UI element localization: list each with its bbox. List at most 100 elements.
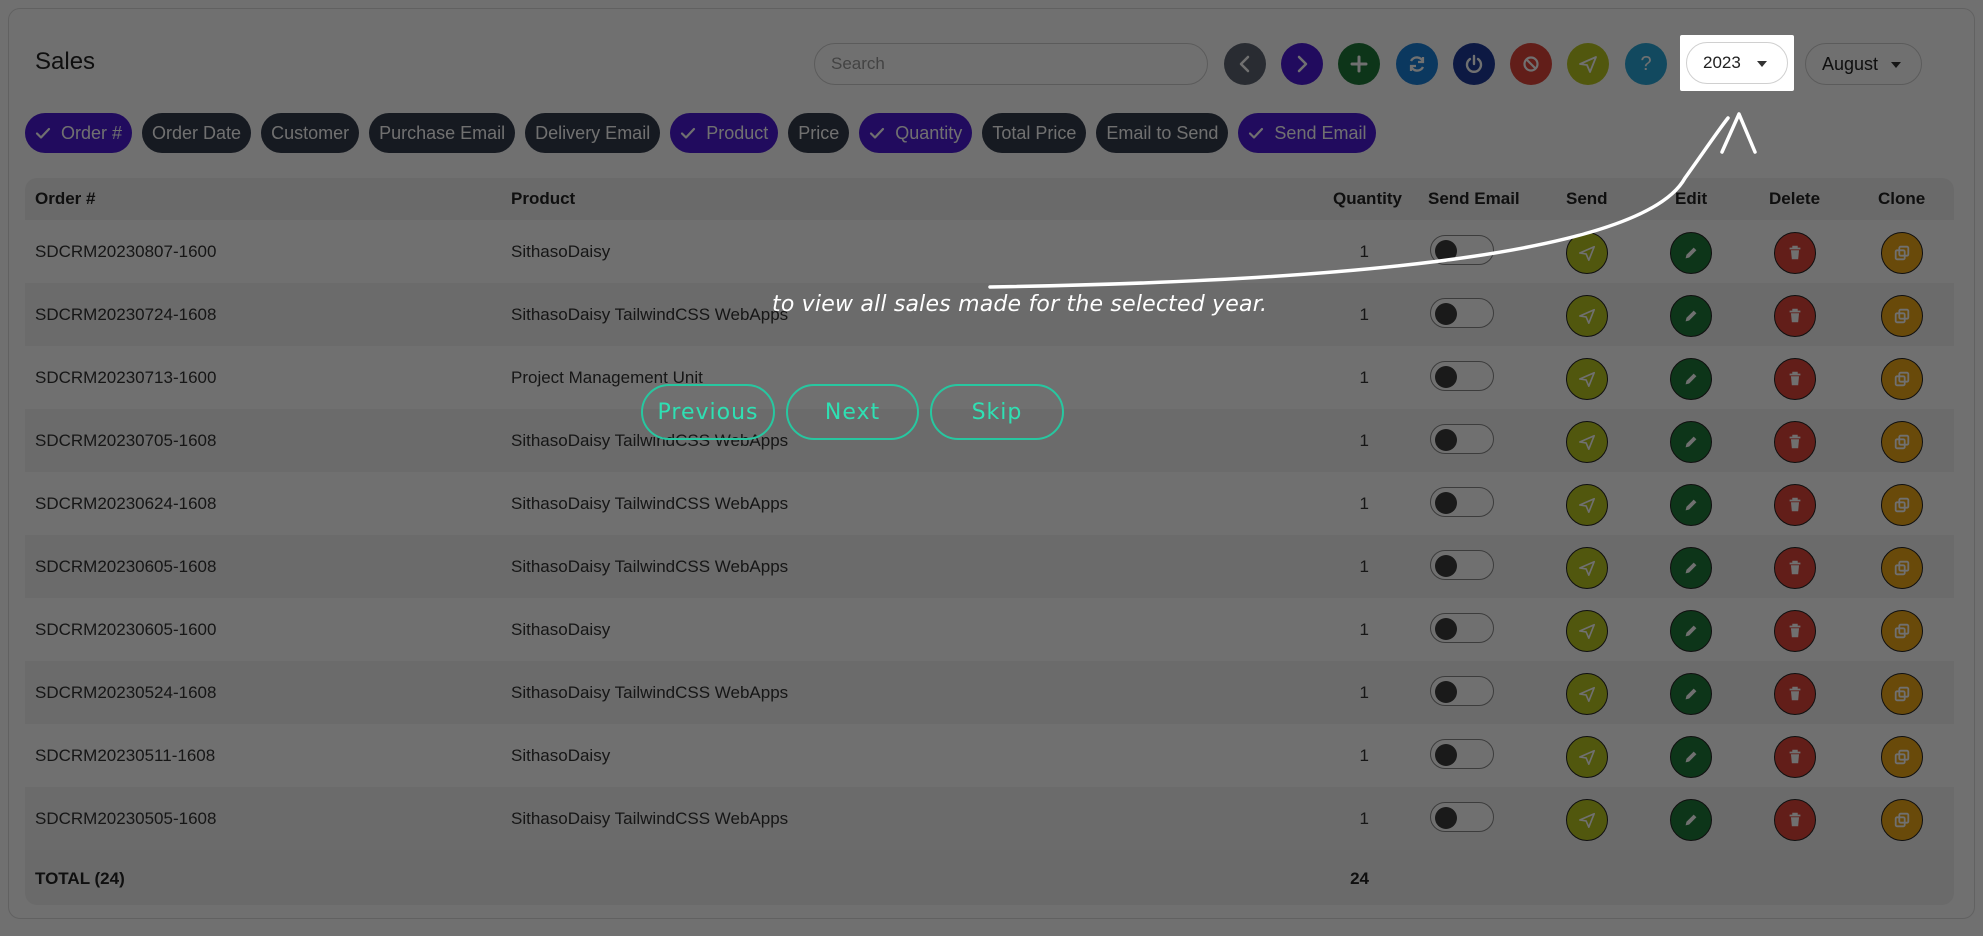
edit-button[interactable]: [1670, 799, 1712, 841]
column-toggle-label: Order Date: [152, 122, 242, 143]
clone-button[interactable]: [1881, 295, 1923, 337]
clone-button[interactable]: [1881, 358, 1923, 400]
column-toggle-pill[interactable]: Delivery Email: [525, 113, 661, 153]
send-email-toggle[interactable]: [1430, 676, 1494, 706]
year-select[interactable]: 2023: [1686, 42, 1788, 84]
add-button[interactable]: [1338, 43, 1380, 85]
send-icon: [1578, 371, 1596, 388]
check-icon: [1249, 127, 1264, 139]
send-email-toggle[interactable]: [1430, 550, 1494, 580]
clone-button[interactable]: [1881, 484, 1923, 526]
clone-button[interactable]: [1881, 547, 1923, 589]
edit-button[interactable]: [1670, 484, 1712, 526]
send-button[interactable]: [1566, 358, 1608, 400]
tour-skip-button[interactable]: Skip: [930, 384, 1064, 440]
clone-button[interactable]: [1881, 799, 1923, 841]
clone-button[interactable]: [1881, 232, 1923, 274]
power-button[interactable]: [1453, 43, 1495, 85]
edit-button[interactable]: [1670, 295, 1712, 337]
send-icon: [1578, 560, 1596, 577]
clone-button[interactable]: [1881, 421, 1923, 463]
send-email-toggle[interactable]: [1430, 298, 1494, 328]
send-all-button[interactable]: [1567, 43, 1609, 85]
help-button[interactable]: ?: [1625, 43, 1667, 85]
refresh-button[interactable]: [1396, 43, 1438, 85]
delete-button[interactable]: [1774, 232, 1816, 274]
delete-button[interactable]: [1774, 484, 1816, 526]
previous-page-button[interactable]: [1224, 43, 1266, 85]
send-button[interactable]: [1566, 295, 1608, 337]
column-toggle-pill[interactable]: Order #: [25, 113, 133, 153]
send-email-toggle[interactable]: [1430, 361, 1494, 391]
delete-button[interactable]: [1774, 799, 1816, 841]
product-name: SithasoDaisy: [511, 620, 611, 639]
delete-button[interactable]: [1774, 421, 1816, 463]
delete-button[interactable]: [1774, 736, 1816, 778]
clone-button[interactable]: [1881, 736, 1923, 778]
ban-button[interactable]: [1510, 43, 1552, 85]
column-toggle-pill[interactable]: Email to Send: [1096, 113, 1229, 153]
edit-button[interactable]: [1670, 547, 1712, 589]
order-number: SDCRM20230724-1608: [35, 305, 217, 324]
edit-button[interactable]: [1670, 736, 1712, 778]
help-icon: ?: [1640, 52, 1652, 75]
send-email-toggle[interactable]: [1430, 739, 1494, 769]
trash-icon: [1789, 812, 1801, 827]
column-toggle-pill[interactable]: Order Date: [142, 113, 252, 153]
send-button[interactable]: [1566, 673, 1608, 715]
column-toggle-label: Order #: [61, 122, 123, 143]
tour-previous-button[interactable]: Previous: [641, 384, 775, 440]
send-email-toggle[interactable]: [1430, 487, 1494, 517]
clone-button[interactable]: [1881, 673, 1923, 715]
column-toggle-label: Price: [798, 122, 840, 143]
delete-button[interactable]: [1774, 610, 1816, 652]
delete-button[interactable]: [1774, 358, 1816, 400]
edit-button[interactable]: [1670, 610, 1712, 652]
power-icon: [1465, 54, 1483, 73]
send-button[interactable]: [1566, 736, 1608, 778]
delete-button[interactable]: [1774, 547, 1816, 589]
product-name: SithasoDaisy TailwindCSS WebApps: [511, 809, 789, 828]
column-toggle-pill[interactable]: Send Email: [1238, 113, 1377, 153]
column-toggle-pill[interactable]: Total Price: [982, 113, 1087, 153]
send-button[interactable]: [1566, 799, 1608, 841]
edit-button[interactable]: [1670, 421, 1712, 463]
delete-button[interactable]: [1774, 673, 1816, 715]
send-email-toggle[interactable]: [1430, 613, 1494, 643]
tour-next-button[interactable]: Next: [786, 384, 919, 440]
table-row: SDCRM20230807-1600 SithasoDaisy 1: [25, 220, 1954, 283]
month-select[interactable]: August: [1805, 43, 1922, 85]
column-toggle-pill[interactable]: Price: [788, 113, 850, 153]
table-row: SDCRM20230605-1600 SithasoDaisy 1: [25, 598, 1954, 661]
search-input[interactable]: [814, 43, 1208, 85]
clone-icon: [1894, 308, 1910, 324]
clone-button[interactable]: [1881, 610, 1923, 652]
table-row: SDCRM20230605-1608 SithasoDaisy TailwindC…: [25, 535, 1954, 598]
column-toggle-pill[interactable]: Customer: [261, 113, 360, 153]
send-button[interactable]: [1566, 484, 1608, 526]
send-button[interactable]: [1566, 547, 1608, 589]
send-email-toggle[interactable]: [1430, 235, 1494, 265]
quantity-value: 1: [1359, 683, 1369, 702]
tour-text: to view all sales made for the selected …: [772, 292, 1268, 317]
trash-icon: [1789, 623, 1801, 638]
send-email-toggle[interactable]: [1430, 424, 1494, 454]
send-icon: [1578, 245, 1596, 262]
column-toggle-pill[interactable]: Quantity: [859, 113, 973, 153]
chevron-down-icon: [1757, 61, 1767, 67]
send-email-toggle[interactable]: [1430, 802, 1494, 832]
send-button[interactable]: [1566, 421, 1608, 463]
column-toggle-label: Total Price: [992, 122, 1077, 143]
send-button[interactable]: [1566, 610, 1608, 652]
clone-icon: [1894, 560, 1910, 576]
column-toggle-pill[interactable]: Product: [670, 113, 779, 153]
order-number: SDCRM20230524-1608: [35, 683, 217, 702]
edit-button[interactable]: [1670, 358, 1712, 400]
next-page-button[interactable]: [1281, 43, 1323, 85]
column-toggle-pill[interactable]: Purchase Email: [369, 113, 516, 153]
edit-button[interactable]: [1670, 232, 1712, 274]
clone-icon: [1894, 686, 1910, 702]
edit-button[interactable]: [1670, 673, 1712, 715]
delete-button[interactable]: [1774, 295, 1816, 337]
send-button[interactable]: [1566, 232, 1608, 274]
